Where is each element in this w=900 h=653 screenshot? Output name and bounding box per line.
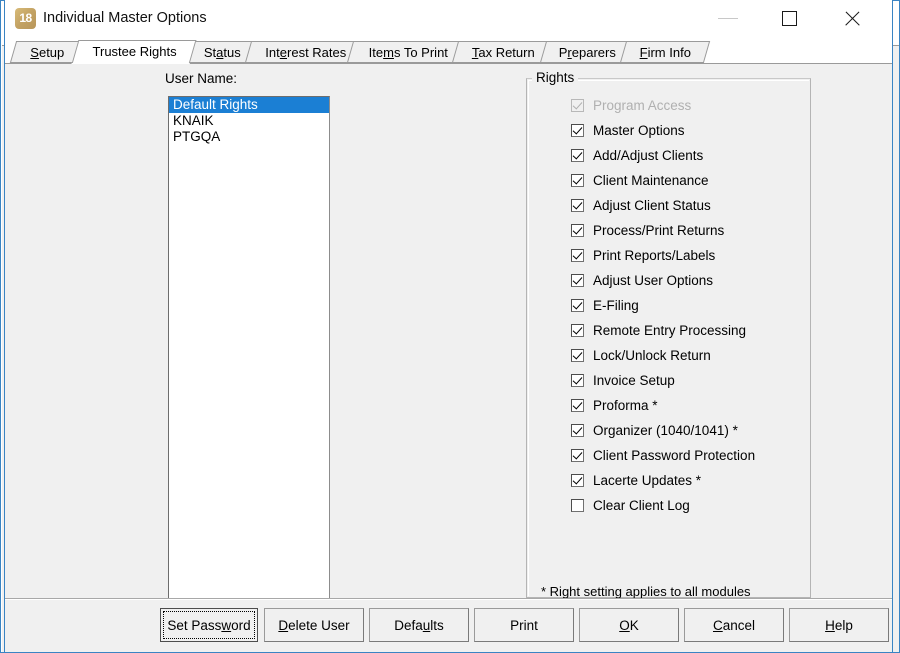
minimize-button[interactable]: [705, 0, 751, 36]
checkbox-checked-icon: [571, 198, 584, 212]
rights-checkbox-label: Lacerte Updates *: [593, 472, 702, 488]
rights-checkbox-proforma[interactable]: Proforma *: [571, 395, 658, 415]
tab-label: Firm Info: [639, 45, 691, 60]
maximize-icon: [782, 11, 797, 26]
rights-checkbox-label: Remote Entry Processing: [593, 322, 747, 338]
tab-firm-info[interactable]: Firm Info: [619, 41, 711, 63]
rights-checkbox-e-filing[interactable]: E-Filing: [571, 295, 639, 315]
lacerte-18-icon: 18: [15, 8, 36, 29]
maximize-button[interactable]: [767, 0, 813, 36]
rights-checkbox-adjust-client-status[interactable]: Adjust Client Status: [571, 195, 711, 215]
rights-checkbox-label: E-Filing: [593, 297, 639, 313]
rights-footnote: * Right setting applies to all modules: [541, 584, 751, 599]
rights-checkbox-label: Organizer (1040/1041) *: [593, 422, 738, 438]
user-name-listbox[interactable]: Default Rights KNAIK PTGQA: [168, 96, 330, 614]
rights-checkbox-label: Client Password Protection: [593, 447, 756, 463]
rights-checkbox-label: Client Maintenance: [593, 172, 709, 188]
list-item[interactable]: Default Rights: [169, 97, 329, 113]
rights-checkbox-lacerte-updates[interactable]: Lacerte Updates *: [571, 470, 701, 490]
rights-checkbox-label: Adjust Client Status: [593, 197, 711, 213]
rights-checkbox-clear-client-log[interactable]: Clear Client Log: [571, 495, 690, 515]
rights-checkbox-adjust-user-options[interactable]: Adjust User Options: [571, 270, 713, 290]
tab-label: Tax Return: [471, 45, 535, 60]
checkbox-checked-icon: [571, 273, 584, 287]
rights-checkbox-organizer-1040-1041[interactable]: Organizer (1040/1041) *: [571, 420, 738, 440]
checkbox-checked-icon: [571, 423, 584, 437]
rights-checkbox-client-maintenance[interactable]: Client Maintenance: [571, 170, 709, 190]
button-label: Set Password: [167, 617, 251, 633]
user-name-label: User Name:: [165, 71, 238, 86]
button-bar: Set Password Delete User Defaults Print OK Ca…: [5, 600, 892, 652]
button-label: Defaults: [394, 617, 444, 633]
close-button[interactable]: [829, 0, 875, 36]
rights-checkbox-label: Adjust User Options: [593, 272, 714, 288]
rights-checkbox-label: Add/Adjust Clients: [593, 147, 704, 163]
rights-checkbox-print-reports-labels[interactable]: Print Reports/Labels: [571, 245, 715, 265]
checkbox-unchecked-icon: [571, 498, 584, 512]
window-title: Individual Master Options: [43, 10, 207, 26]
individual-master-options-dialog: 18 Individual Master Options Setup Truste…: [4, 0, 893, 653]
rights-checkbox-lock-unlock-return[interactable]: Lock/Unlock Return: [571, 345, 711, 365]
rights-checkbox-remote-entry-processing[interactable]: Remote Entry Processing: [571, 320, 746, 340]
cancel-button[interactable]: Cancel: [684, 608, 784, 642]
checkbox-checked-icon: [571, 373, 584, 387]
button-label: Print: [510, 617, 538, 633]
checkbox-checked-icon: [571, 298, 584, 312]
rights-groupbox-title: Rights: [532, 70, 579, 85]
set-password-button[interactable]: Set Password: [160, 608, 258, 642]
checkbox-checked-icon: [571, 248, 584, 262]
rights-checkbox-label: Print Reports/Labels: [593, 247, 716, 263]
tab-label: Interest Rates: [265, 45, 347, 60]
tab-trustee-rights[interactable]: Trustee Rights: [71, 40, 197, 64]
tab-tax-return[interactable]: Tax Return: [451, 41, 555, 63]
help-button[interactable]: Help: [789, 608, 889, 642]
button-label: OK: [619, 617, 639, 633]
print-button[interactable]: Print: [474, 608, 574, 642]
rights-checkbox-client-password-protection[interactable]: Client Password Protection: [571, 445, 755, 465]
checkbox-checked-icon: [571, 173, 584, 187]
dialog-content: User Name: Default Rights KNAIK PTGQA Righ…: [5, 64, 892, 614]
checkbox-checked-icon: [571, 323, 584, 337]
rights-checkbox-label: Proforma *: [593, 397, 658, 413]
checkbox-checked-icon: [571, 448, 584, 462]
checkbox-checked-icon: [571, 398, 584, 412]
rights-checkbox-process-print-returns[interactable]: Process/Print Returns: [571, 220, 724, 240]
checkbox-checked-icon: [571, 148, 584, 162]
checkbox-checked-icon: [571, 123, 584, 137]
checkbox-checked-icon: [571, 348, 584, 362]
rights-checkbox-add-adjust-clients[interactable]: Add/Adjust Clients: [571, 145, 703, 165]
tab-label: Preparers: [558, 45, 616, 60]
tab-strip: Setup Trustee Rights Status Interest Rates I…: [5, 38, 892, 64]
rights-checkbox-label: Master Options: [593, 122, 685, 138]
delete-user-button[interactable]: Delete User: [264, 608, 364, 642]
rights-checkbox-label: Process/Print Returns: [593, 222, 725, 238]
rights-checkbox-invoice-setup[interactable]: Invoice Setup: [571, 370, 675, 390]
list-item[interactable]: KNAIK: [169, 113, 329, 129]
rights-checkbox-label: Clear Client Log: [593, 497, 690, 513]
rights-checkbox-label: Program Access: [593, 97, 692, 113]
button-label: Cancel: [712, 617, 756, 633]
list-item[interactable]: PTGQA: [169, 129, 329, 145]
checkbox-checked-icon: [571, 98, 584, 112]
rights-checkbox-master-options[interactable]: Master Options: [571, 120, 685, 140]
tab-label: Items To Print: [368, 45, 448, 60]
button-label: Help: [825, 617, 853, 633]
title-bar: 18 Individual Master Options: [5, 0, 892, 38]
tab-label: Setup: [30, 45, 65, 60]
checkbox-checked-icon: [571, 473, 584, 487]
button-label: Delete User: [278, 617, 350, 633]
ok-button[interactable]: OK: [579, 608, 679, 642]
close-icon: [843, 10, 861, 28]
rights-checkbox-label: Lock/Unlock Return: [593, 347, 711, 363]
defaults-button[interactable]: Defaults: [369, 608, 469, 642]
rights-checkbox-label: Invoice Setup: [593, 372, 675, 388]
minimize-icon: [718, 18, 738, 19]
checkbox-checked-icon: [571, 223, 584, 237]
rights-checkbox-program-access: Program Access: [571, 95, 691, 115]
tab-label: Trustee Rights: [92, 44, 177, 59]
tab-items-to-print[interactable]: Items To Print: [346, 41, 470, 63]
